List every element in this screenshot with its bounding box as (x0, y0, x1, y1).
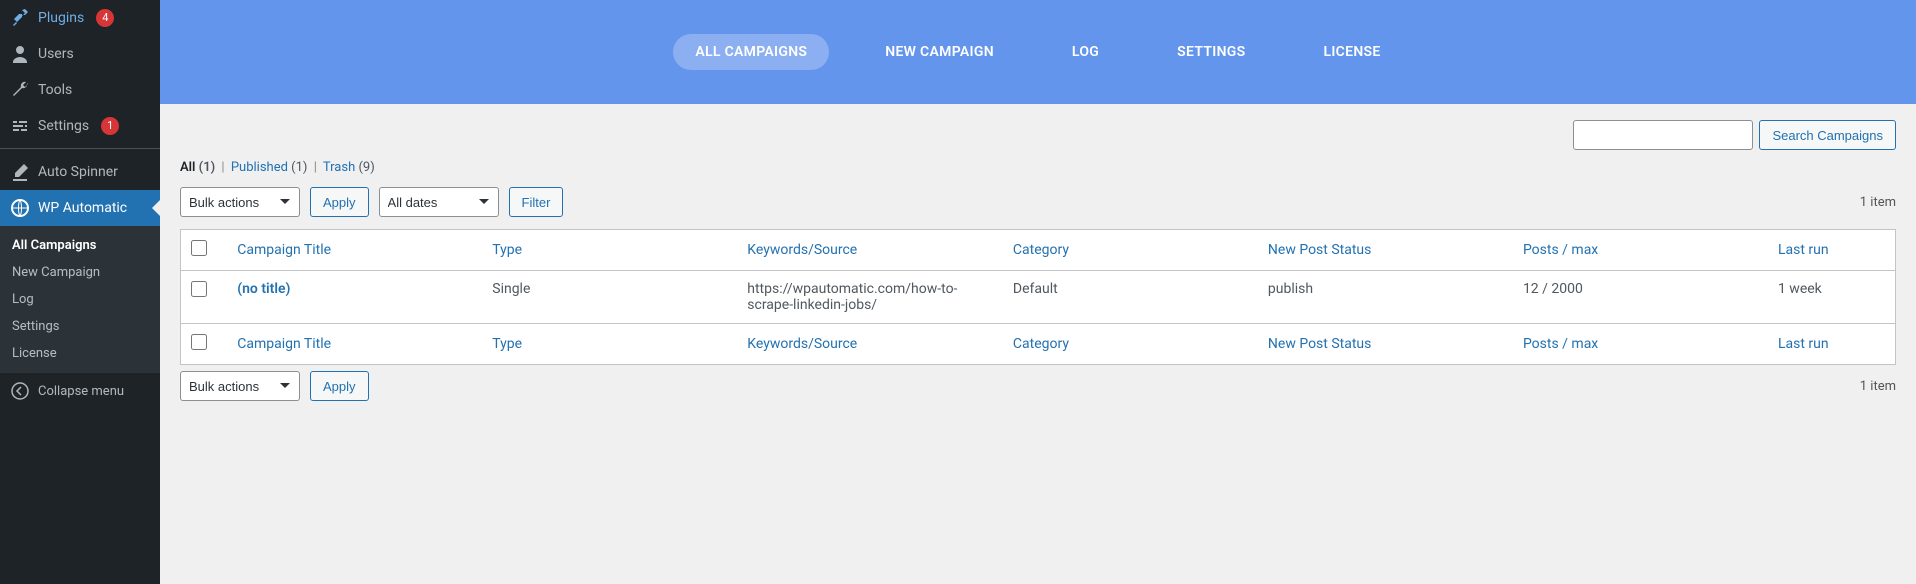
row-posts: 12 / 2000 (1513, 271, 1768, 324)
row-category: Default (1003, 271, 1258, 324)
tf-posts: Posts / max (1513, 324, 1768, 365)
item-count-top: 1 item (1860, 195, 1896, 210)
sidebar-item-label: Users (38, 46, 74, 62)
main-content: ALL CAMPAIGNS NEW CAMPAIGN LOG SETTINGS … (160, 0, 1916, 584)
sidebar-item-plugins[interactable]: Plugins 4 (0, 0, 160, 36)
tab-all-campaigns[interactable]: ALL CAMPAIGNS (673, 34, 829, 70)
status-views: All (1) | Published (1) | Trash (9) (180, 160, 1896, 175)
row-checkbox[interactable] (191, 281, 207, 297)
tablenav-top: Bulk actions Apply All dates Filter 1 it… (180, 181, 1896, 223)
sliders-icon (10, 116, 30, 136)
tf-status: New Post Status (1258, 324, 1513, 365)
row-type: Single (482, 271, 737, 324)
user-icon (10, 44, 30, 64)
search-campaigns-button[interactable]: Search Campaigns (1759, 120, 1896, 150)
tf-source: Keywords/Source (737, 324, 1003, 365)
table-row: (no title) Single https://wpautomatic.co… (181, 271, 1896, 324)
tab-new-campaign[interactable]: NEW CAMPAIGN (863, 34, 1016, 70)
th-source: Keywords/Source (737, 230, 1003, 271)
apply-bulk-button-bottom[interactable]: Apply (310, 371, 369, 401)
tf-last-run: Last run (1768, 324, 1896, 365)
sidebar-item-label: Tools (38, 82, 72, 98)
sidebar-item-settings[interactable]: Settings 1 (0, 108, 160, 144)
bulk-actions-select-bottom[interactable]: Bulk actions (180, 371, 300, 401)
apply-bulk-button[interactable]: Apply (310, 187, 369, 217)
view-all[interactable]: All (1) (180, 160, 215, 175)
sidebar-item-users[interactable]: Users (0, 36, 160, 72)
submenu-log[interactable]: Log (0, 286, 160, 313)
content-area: Search Campaigns All (1) | Published (1)… (160, 104, 1916, 427)
row-last-run: 1 week (1768, 271, 1896, 324)
sidebar-item-wp-automatic[interactable]: WP Automatic (0, 190, 160, 226)
view-published[interactable]: Published (1) (231, 160, 308, 175)
plugin-top-nav: ALL CAMPAIGNS NEW CAMPAIGN LOG SETTINGS … (160, 0, 1916, 104)
row-source: https://wpautomatic.com/how-to-scrape-li… (737, 271, 1003, 324)
th-category: Category (1003, 230, 1258, 271)
sidebar-item-tools[interactable]: Tools (0, 72, 160, 108)
tf-type: Type (482, 324, 737, 365)
select-all-checkbox-footer[interactable] (191, 334, 207, 350)
table-footer-row: Campaign Title Type Keywords/Source Cate… (181, 324, 1896, 365)
th-status: New Post Status (1258, 230, 1513, 271)
submenu-all-campaigns[interactable]: All Campaigns (0, 232, 160, 259)
select-all-checkbox[interactable] (191, 240, 207, 256)
dates-select[interactable]: All dates (379, 187, 499, 217)
tf-category: Category (1003, 324, 1258, 365)
th-last-run: Last run (1768, 230, 1896, 271)
plugins-badge: 4 (96, 9, 114, 26)
tablenav-bottom: Bulk actions Apply 1 item (180, 365, 1896, 407)
sidebar-submenu: All Campaigns New Campaign Log Settings … (0, 226, 160, 373)
tab-settings[interactable]: SETTINGS (1155, 34, 1267, 70)
th-title[interactable]: Campaign Title (227, 230, 482, 271)
row-status: publish (1258, 271, 1513, 324)
edit-icon (10, 162, 30, 182)
sidebar-item-label: WP Automatic (38, 200, 127, 216)
campaigns-table: Campaign Title Type Keywords/Source Cate… (180, 229, 1896, 365)
item-count-bottom: 1 item (1860, 379, 1896, 394)
th-posts: Posts / max (1513, 230, 1768, 271)
sidebar-item-label: Settings (38, 118, 89, 134)
plug-icon (10, 8, 30, 28)
row-title-link[interactable]: (no title) (237, 281, 290, 297)
filter-button[interactable]: Filter (509, 187, 564, 217)
wrench-icon (10, 80, 30, 100)
submenu-settings[interactable]: Settings (0, 313, 160, 340)
tf-title[interactable]: Campaign Title (227, 324, 482, 365)
settings-badge: 1 (101, 117, 119, 134)
collapse-icon (10, 381, 30, 401)
search-input[interactable] (1573, 120, 1753, 150)
admin-sidebar: Plugins 4 Users Tools Settings 1 Auto Sp… (0, 0, 160, 584)
tab-log[interactable]: LOG (1050, 34, 1121, 70)
submenu-license[interactable]: License (0, 340, 160, 367)
tab-license[interactable]: LICENSE (1301, 34, 1402, 70)
sidebar-item-auto-spinner[interactable]: Auto Spinner (0, 154, 160, 190)
collapse-menu[interactable]: Collapse menu (0, 373, 160, 409)
sidebar-separator (0, 144, 160, 149)
th-type: Type (482, 230, 737, 271)
search-row: Search Campaigns (180, 114, 1896, 150)
sidebar-item-label: Plugins (38, 10, 84, 26)
globe-icon (10, 198, 30, 218)
table-header-row: Campaign Title Type Keywords/Source Cate… (181, 230, 1896, 271)
submenu-new-campaign[interactable]: New Campaign (0, 259, 160, 286)
sidebar-item-label: Auto Spinner (38, 164, 118, 180)
bulk-actions-select[interactable]: Bulk actions (180, 187, 300, 217)
view-trash[interactable]: Trash (9) (323, 160, 375, 175)
collapse-label: Collapse menu (38, 384, 124, 399)
